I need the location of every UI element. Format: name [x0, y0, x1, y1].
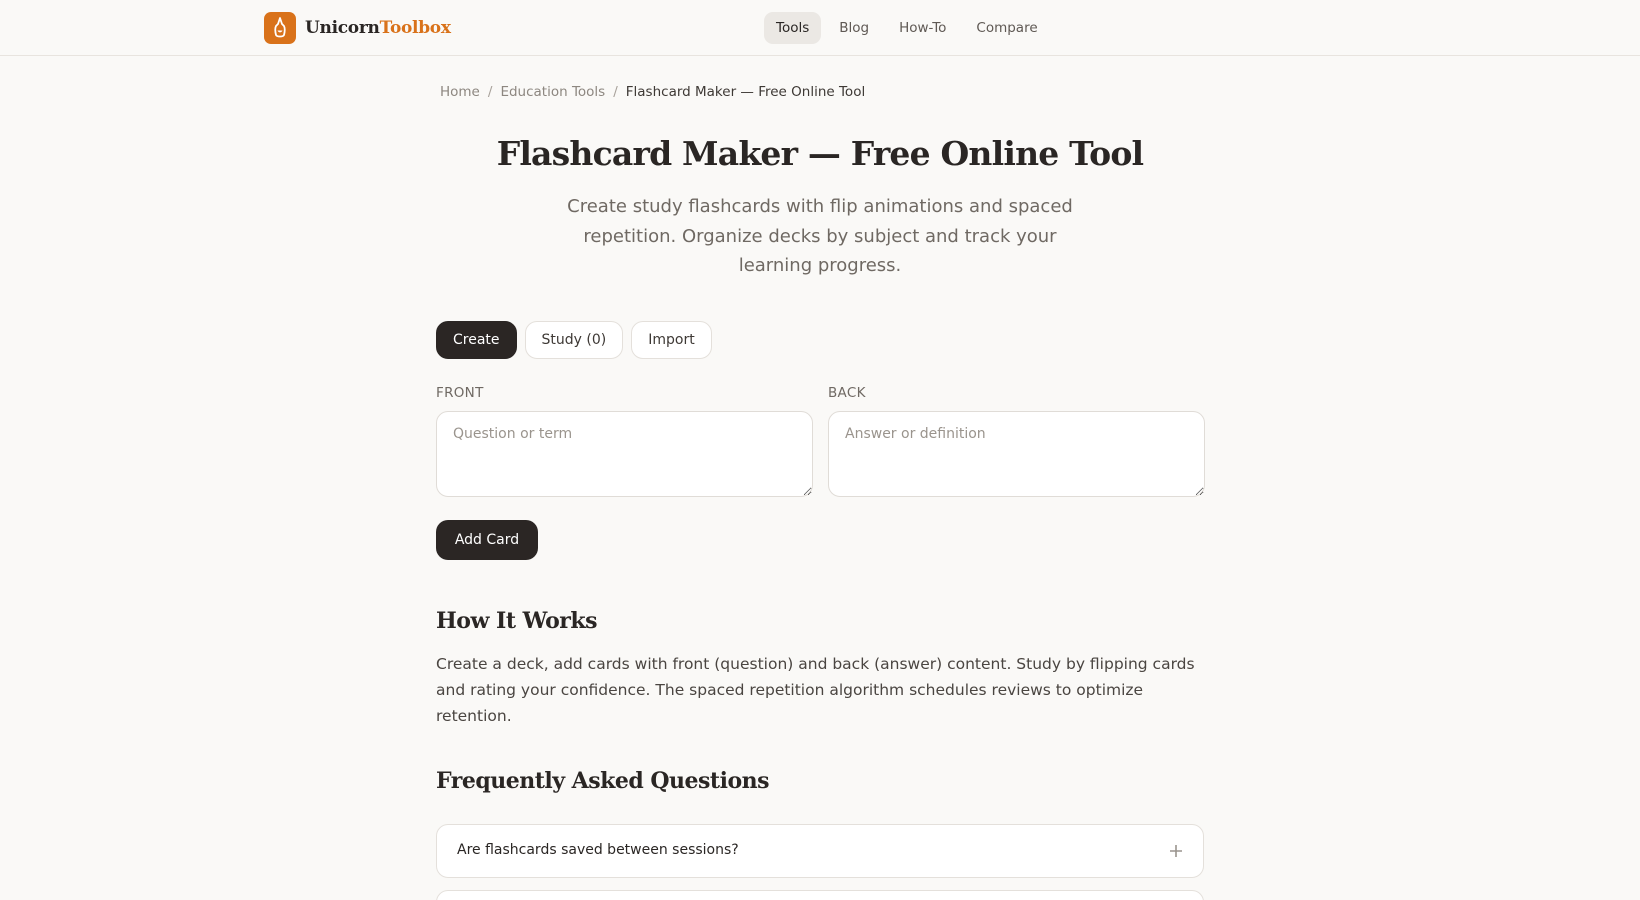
nav-compare[interactable]: Compare: [964, 12, 1049, 44]
logo-text: UnicornToolbox: [305, 18, 451, 38]
back-input[interactable]: [828, 411, 1205, 497]
site-logo[interactable]: UnicornToolbox: [264, 12, 451, 44]
front-label: FRONT: [436, 385, 484, 401]
nav-tools[interactable]: Tools: [764, 12, 822, 44]
tab-create[interactable]: Create: [436, 321, 517, 359]
plus-icon: [1169, 838, 1183, 865]
faq-heading: Frequently Asked Questions: [436, 768, 770, 794]
back-label: BACK: [828, 385, 866, 401]
nav-blog[interactable]: Blog: [827, 12, 881, 44]
logo-text-part1: Unicorn: [305, 18, 380, 38]
breadcrumb-separator: /: [613, 84, 618, 100]
how-it-works-heading: How It Works: [436, 608, 597, 634]
tab-study[interactable]: Study (0): [524, 321, 624, 359]
mode-tabs: Create Study (0) Import: [436, 321, 712, 359]
breadcrumb-current: Flashcard Maker — Free Online Tool: [625, 84, 866, 100]
front-input[interactable]: [436, 411, 813, 497]
breadcrumb: Home / Education Tools / Flashcard Maker…: [440, 82, 865, 102]
breadcrumb-separator: /: [487, 84, 493, 100]
logo-text-part2: Toolbox: [379, 18, 451, 38]
add-card-button[interactable]: Add Card: [436, 520, 538, 560]
faq-item[interactable]: Are flashcards saved between sessions?: [436, 824, 1204, 878]
how-it-works-text: Create a deck, add cards with front (que…: [436, 655, 1195, 725]
site-header: UnicornToolbox Tools Blog How-To Compare: [0, 0, 1640, 56]
page-title: Flashcard Maker — Free Online Tool: [496, 134, 1144, 173]
faq-question: Are flashcards saved between sessions?: [457, 842, 739, 858]
logo-icon: [264, 12, 296, 44]
breadcrumb-category[interactable]: Education Tools: [500, 84, 605, 100]
page-subtitle: Create study flashcards with flip animat…: [567, 196, 1073, 276]
tab-import[interactable]: Import: [631, 321, 712, 359]
nav-how-to[interactable]: How-To: [887, 12, 958, 44]
breadcrumb-home[interactable]: Home: [440, 84, 480, 100]
faq-item[interactable]: [436, 890, 1204, 900]
main-nav: Tools Blog How-To Compare: [764, 12, 1050, 44]
